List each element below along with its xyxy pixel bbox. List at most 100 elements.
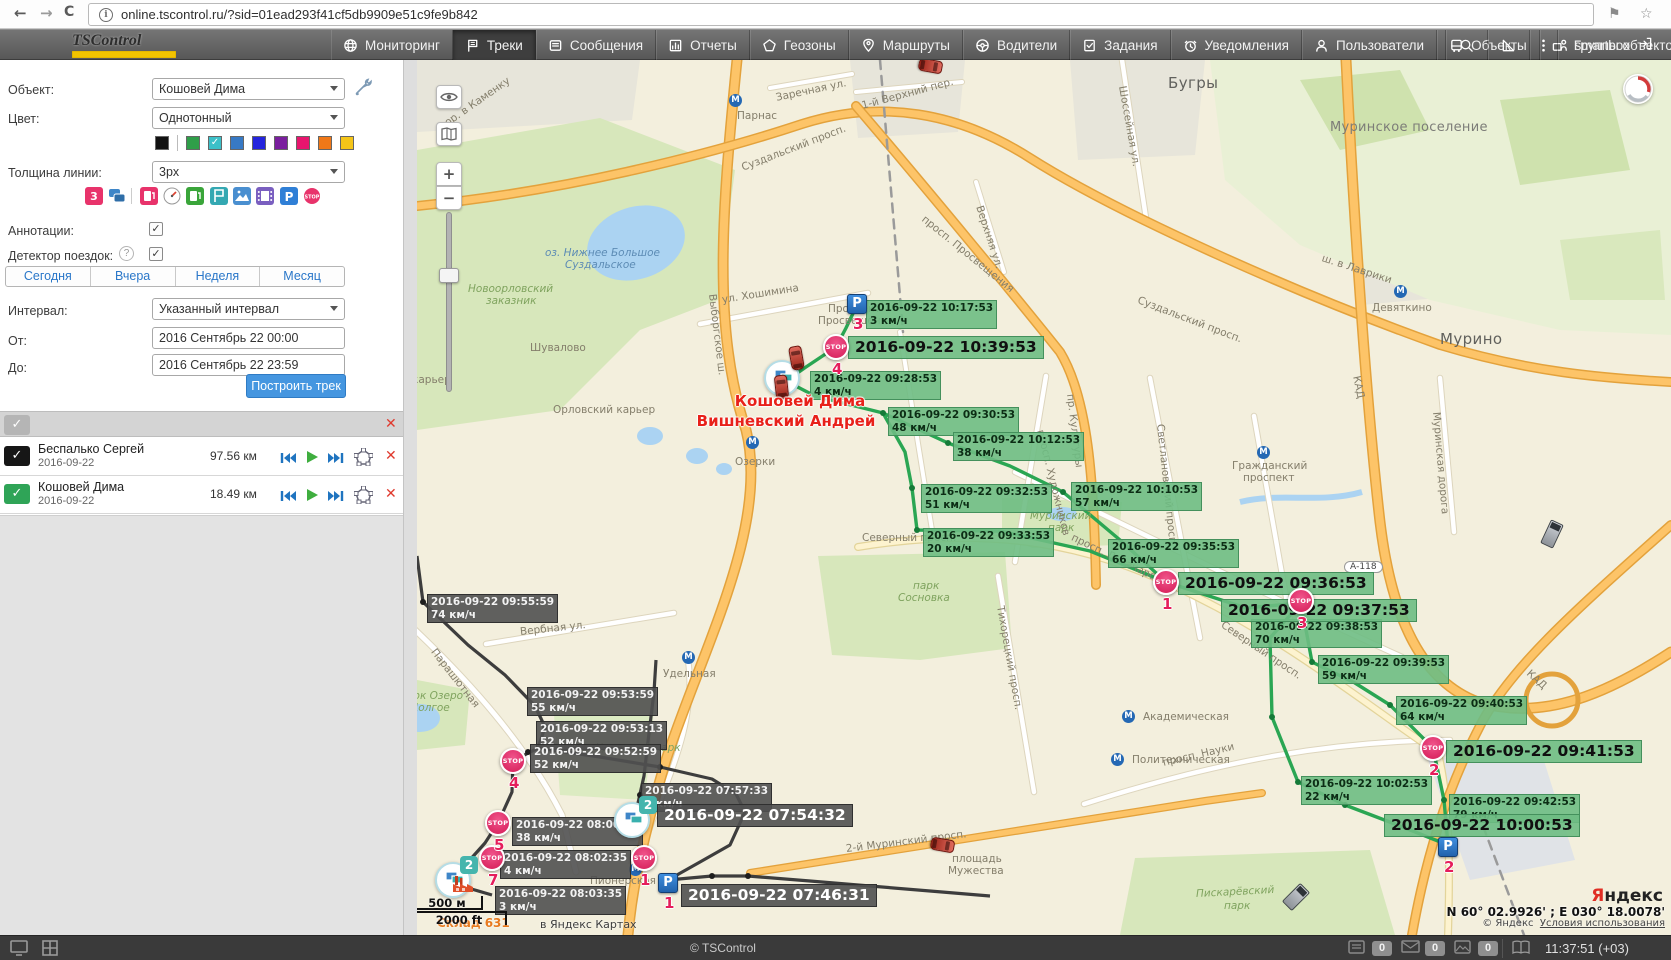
bookmark-star-icon[interactable]: ☆ [1640, 6, 1653, 22]
parking-icon[interactable]: P [280, 187, 298, 205]
wrench-icon[interactable] [354, 78, 372, 101]
grid-icon[interactable] [42, 940, 58, 960]
zoom-slider[interactable] [446, 212, 452, 392]
nav-item-tasks[interactable]: Задания [1070, 30, 1170, 60]
nav-item-alerts[interactable]: Уведомления [1171, 30, 1302, 60]
color-swatch-1[interactable] [186, 136, 200, 150]
color-swatch-8[interactable] [340, 136, 354, 150]
nav-item-geozones[interactable]: Геозоны [750, 30, 849, 60]
report-counter-icon[interactable] [1348, 940, 1365, 959]
color-swatch-7[interactable] [318, 136, 332, 150]
select-all-checkbox[interactable]: ✓ [4, 415, 30, 435]
track-close-button[interactable]: ✕ [385, 486, 397, 502]
track-play-button[interactable] [306, 450, 319, 469]
track-close-button[interactable]: ✕ [385, 448, 397, 464]
track-geofence-button[interactable] [354, 486, 373, 509]
journal-book-icon[interactable] [1512, 940, 1530, 960]
stop-marker[interactable]: STOP [631, 845, 657, 871]
quick-range-0[interactable]: Сегодня [6, 267, 91, 286]
parking-marker[interactable]: P [847, 294, 867, 314]
stop-marker[interactable]: STOP [1288, 588, 1314, 614]
color-swatch-2[interactable]: ✓ [208, 136, 222, 150]
close-all-button[interactable]: ✕ [385, 416, 397, 432]
track-checkbox[interactable]: ✓ [4, 446, 30, 466]
track-rewind-button[interactable] [280, 489, 297, 507]
parking-marker[interactable]: P [1438, 837, 1458, 857]
visibility-eye-button[interactable] [436, 85, 462, 109]
fueling-icon[interactable] [186, 187, 204, 205]
url-text[interactable]: online.tscontrol.ru/?sid=01ead293f41cf5d… [121, 7, 478, 22]
map-canvas[interactable]: БугрыМуринское поселениеМуриноДевяткиноП… [417, 60, 1671, 935]
color-mode-select[interactable]: Однотонный [152, 107, 345, 129]
browser-reload-icon[interactable]: C [64, 4, 74, 20]
speed-clock-icon[interactable] [163, 187, 181, 205]
monitor-icon[interactable] [10, 940, 28, 960]
stop-marker[interactable]: STOP [1153, 569, 1179, 595]
object-select[interactable]: Кошовей Дима [152, 78, 345, 100]
user-menu[interactable]: smartbox [1557, 30, 1661, 60]
color-swatch-5[interactable] [274, 136, 288, 150]
annotations-checkbox[interactable]: ✓ [149, 222, 163, 236]
to-input[interactable]: 2016 Сентябрь 22 23:59 [152, 354, 345, 376]
trip-detector-checkbox[interactable]: ✓ [149, 247, 163, 261]
nav-item-drivers[interactable]: Водители [963, 30, 1070, 60]
logout-icon[interactable] [1638, 36, 1653, 54]
track-rewind-button[interactable] [280, 451, 297, 469]
bookmark-flag-icon[interactable]: ⚑ [1608, 6, 1621, 22]
help-icon[interactable]: ? [119, 246, 134, 261]
color-swatch-3[interactable] [230, 136, 244, 150]
color-swatch-4[interactable] [252, 136, 266, 150]
map-layers-button[interactable] [436, 122, 462, 146]
info-icon[interactable]: i [99, 8, 113, 22]
annotation-bubbles-icon[interactable] [108, 187, 126, 205]
fuel-drain-icon[interactable] [140, 187, 158, 205]
quick-range-1[interactable]: Вчера [91, 267, 176, 286]
yandex-logo[interactable]: Яндекс [1591, 886, 1663, 906]
stop-marker[interactable]: STOP [500, 748, 526, 774]
zoom-in-button[interactable]: + [436, 162, 462, 186]
nav-item-reports[interactable]: Отчеты [656, 30, 750, 60]
browser-forward-icon[interactable]: → [40, 4, 53, 22]
nav-item-tracks[interactable]: Треки [453, 30, 536, 60]
flag-marker[interactable]: 2 [614, 802, 650, 838]
quick-range-2[interactable]: Неделя [176, 267, 261, 286]
zoom-out-button[interactable]: − [436, 186, 462, 210]
nav-item-users[interactable]: Пользователи [1302, 30, 1437, 60]
stop-marker[interactable]: STOP [485, 810, 511, 836]
track-play-button[interactable] [306, 488, 319, 507]
from-input[interactable]: 2016 Сентябрь 22 00:00 [152, 327, 345, 349]
more-menu-icon[interactable] [1529, 30, 1557, 60]
color-swatch-6[interactable] [296, 136, 310, 150]
count-badge-icon[interactable]: 3 [85, 187, 103, 205]
nav-item-monitoring[interactable]: Мониторинг [331, 30, 453, 60]
stop-marker[interactable]: STOP [1420, 735, 1446, 761]
mail-counter-icon[interactable] [1401, 940, 1420, 958]
photo-counter-badge: 0 [1478, 941, 1498, 956]
url-field[interactable]: i online.tscontrol.ru/?sid=01ead293f41cf… [88, 3, 1594, 26]
stop-icon[interactable]: STOP [303, 187, 321, 205]
video-icon[interactable] [256, 187, 274, 205]
track-forward-button[interactable] [327, 489, 344, 507]
browser-back-icon[interactable]: ← [14, 4, 27, 22]
line-thickness-select[interactable]: 3px [152, 161, 345, 183]
ruler-icon[interactable] [1487, 30, 1529, 60]
search-icon[interactable] [1445, 30, 1487, 60]
nav-item-messages[interactable]: Сообщения [536, 30, 656, 60]
parking-marker[interactable]: P [658, 873, 678, 893]
zoom-slider-handle[interactable] [439, 268, 459, 283]
photo-counter-icon[interactable] [1454, 940, 1471, 959]
nav-item-routes[interactable]: Маршруты [849, 30, 963, 60]
brand-logo[interactable]: TSControl [72, 32, 212, 58]
interval-select[interactable]: Указанный интервал [152, 298, 345, 320]
build-track-button[interactable]: Построить трек [246, 374, 346, 398]
color-swatch-0[interactable] [155, 136, 169, 150]
photo-icon[interactable] [233, 187, 251, 205]
track-checkbox[interactable]: ✓ [4, 484, 30, 504]
map-attribution-open[interactable]: в Яндекс Картах [540, 918, 637, 931]
quick-range-3[interactable]: Месяц [260, 267, 344, 286]
track-forward-button[interactable] [327, 451, 344, 469]
track-geofence-button[interactable] [354, 448, 373, 471]
flag-marker-icon[interactable] [210, 187, 228, 205]
map-terms-links[interactable]: © Яндекс Условия использования [1482, 918, 1665, 929]
stop-marker[interactable]: STOP [823, 334, 849, 360]
